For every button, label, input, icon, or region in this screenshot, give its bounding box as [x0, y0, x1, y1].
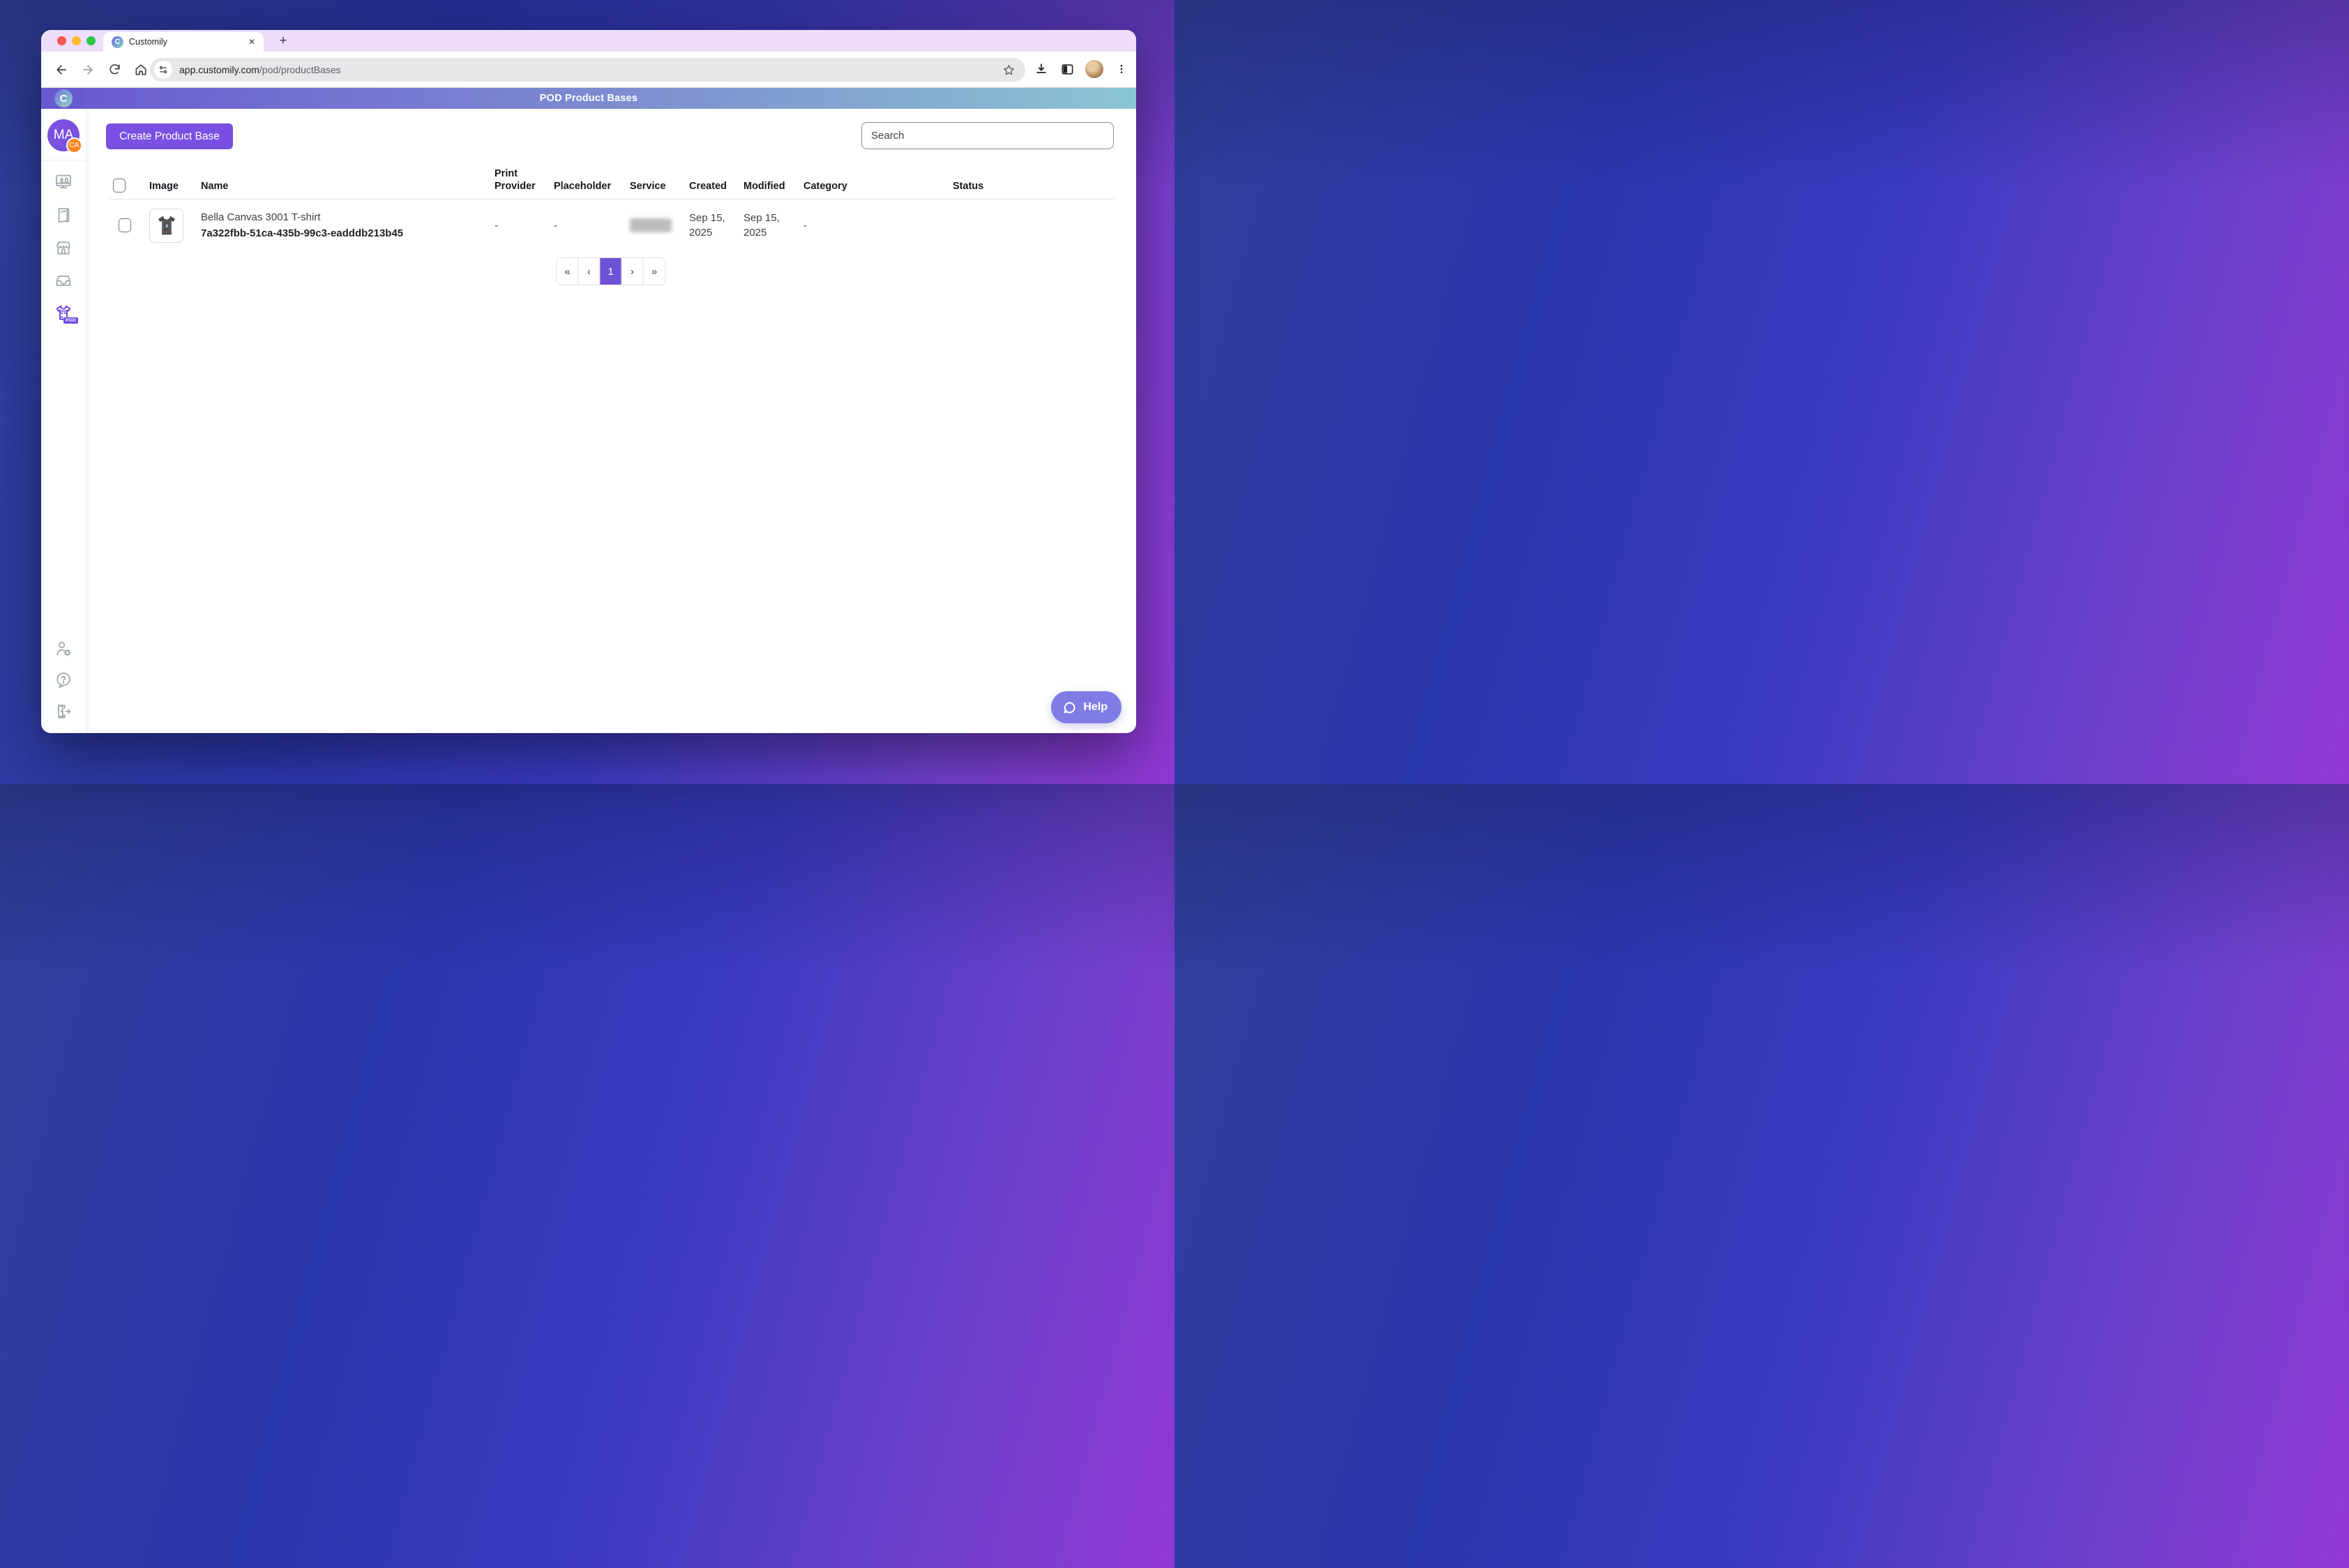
url-path: /pod/productBases — [259, 64, 341, 75]
app-header: C POD Product Bases — [41, 88, 1136, 109]
account-avatar[interactable]: MA CA — [47, 119, 80, 151]
app-logo[interactable]: C — [41, 88, 86, 109]
pagination-page-1-button[interactable]: 1 — [601, 258, 622, 285]
column-header-placeholder: Placeholder — [548, 180, 624, 193]
browser-profile-avatar[interactable] — [1085, 60, 1103, 78]
cell-service-redacted — [630, 218, 672, 232]
pagination: « ‹ 1 › » — [557, 257, 666, 285]
column-header-created: Created — [683, 180, 738, 193]
cell-print-provider: - — [489, 218, 548, 233]
sidebar-item-templates[interactable] — [53, 204, 74, 225]
tab-title: Customily — [129, 37, 243, 47]
site-settings-icon[interactable] — [154, 61, 172, 79]
table-header-row: Image Name Print Provider Placeholder Se… — [110, 167, 1114, 199]
sidebar-item-design-studio[interactable] — [53, 172, 74, 193]
browser-window: C Customily ✕ + — [41, 30, 1136, 733]
page-title: POD Product Bases — [540, 93, 637, 104]
cell-placeholder: - — [548, 218, 624, 233]
browser-toolbar: app.customily.com/pod/productBases — [41, 52, 1136, 88]
home-icon[interactable] — [133, 62, 149, 77]
tab-strip: C Customily ✕ + — [41, 30, 1136, 52]
main-panel: Create Product Base Image Name Print Pro… — [86, 110, 1136, 733]
templates-icon — [54, 205, 73, 225]
customily-favicon-icon: C — [112, 36, 123, 48]
bookmark-star-icon[interactable] — [1002, 63, 1015, 77]
help-label: Help — [1083, 701, 1108, 714]
store-icon — [54, 238, 73, 257]
pod-badge: POD — [63, 317, 78, 324]
maximize-window-button[interactable] — [86, 36, 96, 45]
cell-category: - — [798, 218, 947, 233]
url-host: app.customily.com — [179, 64, 259, 75]
sidebar-item-account-settings[interactable] — [53, 638, 74, 659]
column-header-name: Name — [195, 180, 489, 193]
avatar-country-badge: CA — [66, 137, 82, 153]
table-row[interactable]: Bella Canvas 3001 T-shirt 7a322fbb-51ca-… — [110, 199, 1114, 251]
sidebar: MA CA — [41, 110, 86, 733]
sidebar-item-pod[interactable]: POD — [53, 303, 74, 324]
logout-icon — [54, 702, 73, 721]
new-tab-button[interactable]: + — [274, 31, 292, 50]
help-question-icon — [54, 670, 73, 690]
sidebar-item-orders-inbox[interactable] — [53, 270, 74, 291]
sidebar-item-help[interactable] — [53, 670, 74, 691]
pagination-first-button[interactable]: « — [557, 258, 579, 285]
cell-modified: Sep 15, 2025 — [738, 211, 781, 240]
inbox-icon — [54, 271, 73, 290]
chat-bubble-icon — [1062, 700, 1077, 715]
design-studio-icon — [54, 172, 73, 192]
browser-tab[interactable]: C Customily ✕ — [103, 32, 264, 52]
search-input[interactable] — [861, 122, 1114, 149]
product-thumbnail — [149, 209, 183, 243]
kebab-menu-icon[interactable] — [1114, 61, 1129, 77]
url-text: app.customily.com/pod/productBases — [179, 64, 341, 75]
create-product-base-button[interactable]: Create Product Base — [106, 123, 233, 149]
column-header-category: Category — [798, 180, 947, 193]
product-bases-table: Image Name Print Provider Placeholder Se… — [110, 167, 1114, 251]
pagination-last-button[interactable]: » — [644, 258, 665, 285]
tshirt-image — [153, 211, 181, 239]
column-header-service: Service — [624, 180, 683, 193]
pagination-prev-button[interactable]: ‹ — [579, 258, 601, 285]
tab-close-icon[interactable]: ✕ — [248, 37, 255, 47]
sidebar-item-logout[interactable] — [53, 701, 74, 722]
column-header-status: Status — [947, 180, 1114, 193]
cell-created: Sep 15, 2025 — [683, 211, 727, 240]
back-icon[interactable] — [54, 62, 69, 77]
column-header-modified: Modified — [738, 180, 798, 193]
close-window-button[interactable] — [57, 36, 66, 45]
product-name: Bella Canvas 3001 T-shirt — [201, 210, 489, 225]
download-icon[interactable] — [1034, 61, 1049, 77]
user-settings-icon — [54, 639, 73, 658]
side-panel-icon[interactable] — [1059, 61, 1075, 77]
select-all-checkbox[interactable] — [113, 179, 126, 193]
help-button[interactable]: Help — [1051, 691, 1121, 723]
column-header-print-provider: Print Provider — [489, 167, 548, 193]
row-checkbox[interactable] — [119, 218, 131, 232]
forward-icon[interactable] — [80, 62, 96, 77]
reload-icon[interactable] — [107, 62, 122, 77]
sidebar-item-store[interactable] — [53, 237, 74, 258]
window-controls — [57, 36, 96, 45]
minimize-window-button[interactable] — [72, 36, 81, 45]
pagination-next-button[interactable]: › — [622, 258, 644, 285]
customily-logo-icon: C — [54, 89, 73, 107]
product-uuid: 7a322fbb-51ca-435b-99c3-eadddb213b45 — [201, 226, 489, 241]
url-bar[interactable]: app.customily.com/pod/productBases — [150, 58, 1025, 82]
column-header-image: Image — [144, 180, 195, 193]
